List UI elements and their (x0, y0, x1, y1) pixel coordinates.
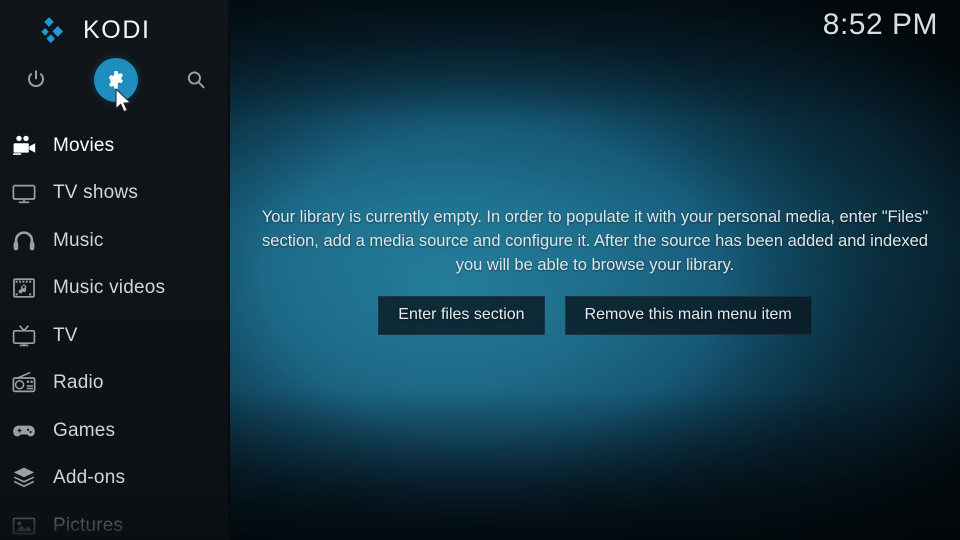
sidebar-item-label: Games (53, 419, 116, 441)
film-note-icon (9, 273, 39, 303)
main-content: Your library is currently empty. In orde… (230, 0, 960, 540)
sidebar-item-music-videos[interactable]: Music videos (0, 265, 230, 313)
sidebar-item-label: TV (53, 324, 78, 346)
sidebar-item-label: Movies (53, 134, 115, 156)
enter-files-section-button[interactable]: Enter files section (378, 296, 545, 335)
sidebar-item-music[interactable]: Music (0, 217, 230, 265)
headphones-icon (9, 226, 39, 256)
kodi-logo-icon (41, 17, 64, 44)
main-menu: Movies TV shows Music Music videos TV Ra… (0, 122, 230, 540)
brand-name: KODI (83, 15, 151, 44)
monitor-icon (9, 178, 39, 208)
movie-camera-icon (9, 131, 39, 161)
kodi-home-screen: 8:52 PM Your library is currently empty.… (0, 0, 960, 540)
remove-main-menu-item-button[interactable]: Remove this main menu item (564, 296, 812, 335)
sidebar-item-label: Add-ons (53, 467, 126, 489)
radio-icon (9, 368, 39, 398)
picture-icon (9, 511, 39, 540)
settings-button-highlight (94, 58, 138, 102)
sidebar-item-tv-shows[interactable]: TV shows (0, 170, 230, 218)
search-button[interactable] (174, 58, 218, 102)
sidebar-item-radio[interactable]: Radio (0, 360, 230, 408)
sidebar-item-tv[interactable]: TV (0, 312, 230, 360)
sidebar-item-label: Music videos (53, 277, 166, 299)
sidebar: KODI Movies TV shows Music Music videos … (0, 0, 230, 540)
power-icon (28, 70, 44, 88)
sidebar-item-label: Music (53, 229, 104, 251)
gear-icon (109, 71, 123, 89)
sidebar-item-add-ons[interactable]: Add-ons (0, 455, 230, 503)
sidebar-item-label: Radio (53, 372, 104, 394)
television-icon (9, 321, 39, 351)
empty-library-message: Your library is currently empty. In orde… (261, 208, 929, 274)
sidebar-item-label: Pictures (53, 514, 124, 536)
top-button-row (0, 58, 230, 104)
gamepad-icon (9, 416, 39, 446)
settings-button[interactable] (94, 58, 138, 102)
search-icon (187, 71, 205, 89)
action-button-row: Enter files section Remove this main men… (378, 296, 812, 335)
sidebar-item-games[interactable]: Games (0, 407, 230, 455)
power-button[interactable] (14, 58, 58, 102)
sidebar-item-label: TV shows (53, 182, 139, 204)
sidebar-item-pictures[interactable]: Pictures (0, 502, 230, 540)
brand: KODI (0, 10, 230, 50)
sidebar-item-movies[interactable]: Movies (0, 122, 230, 170)
addon-box-icon (9, 463, 39, 493)
